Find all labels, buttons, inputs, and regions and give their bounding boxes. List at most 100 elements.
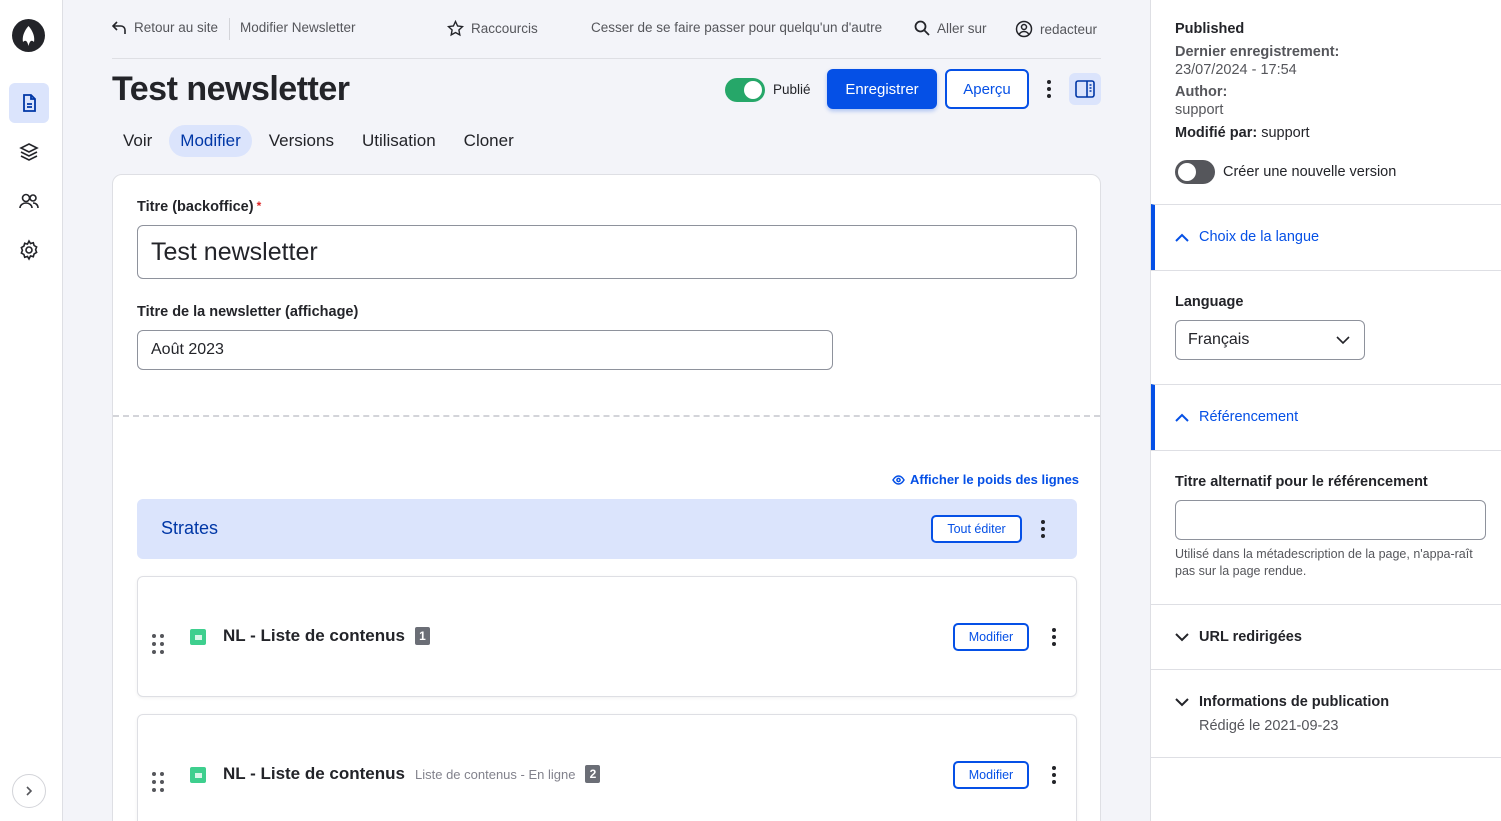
paragraph-title: NL - Liste de contenus 1 xyxy=(223,626,430,646)
seo-section-title: Référencement xyxy=(1175,409,1298,425)
layers-icon xyxy=(19,143,39,161)
display-title-label: Titre de la newsletter (affichage) xyxy=(137,304,359,320)
modified-by-label: Modifié par: xyxy=(1175,125,1258,141)
last-saved-value: 23/07/2024 - 17:54 xyxy=(1175,62,1297,78)
top-bar: Retour au site Modifier Newsletter Racco… xyxy=(112,0,1101,59)
user-name: redacteur xyxy=(1040,21,1098,37)
local-tasks-tabs: Voir Modifier Versions Utilisation Clone… xyxy=(112,125,531,157)
seo-title-input[interactable] xyxy=(1175,500,1486,540)
paragraph-title-text: NL - Liste de contenus xyxy=(223,626,405,645)
tab-utilisation[interactable]: Utilisation xyxy=(351,125,447,157)
paragraph-weight-badge: 1 xyxy=(415,627,430,645)
language-section-title: Choix de la langue xyxy=(1175,229,1319,245)
modified-by: Modifié par: support xyxy=(1175,125,1310,141)
paragraph-actions-button[interactable] xyxy=(1046,764,1062,786)
stop-impersonation-label: Cesser de se faire passer pour quelqu'un… xyxy=(591,20,883,35)
paragraph-item: NL - Liste de contenus Liste de contenus… xyxy=(137,714,1077,821)
file-icon xyxy=(23,94,36,112)
stop-impersonation-link[interactable]: Cesser de se faire passer pour quelqu'un… xyxy=(591,20,882,35)
save-button[interactable]: Enregistrer xyxy=(827,69,937,109)
goto-link[interactable]: Aller sur xyxy=(914,20,987,36)
search-icon xyxy=(914,20,930,36)
toggle-knob xyxy=(1178,163,1196,181)
title-input[interactable]: Test newsletter xyxy=(137,225,1077,279)
eye-icon xyxy=(892,474,905,485)
paragraph-title-text: NL - Liste de contenus xyxy=(223,764,405,783)
author-label: Author: xyxy=(1175,84,1228,100)
back-to-site-link[interactable]: Retour au site xyxy=(112,20,218,35)
meta-sidebar: Published Dernier enregistrement: 23/07/… xyxy=(1150,0,1501,821)
paragraph-weight-badge: 2 xyxy=(585,765,601,783)
new-revision-toggle[interactable] xyxy=(1175,160,1215,184)
toggle-sidebar-button[interactable] xyxy=(1069,73,1101,105)
toolbar-people-button[interactable] xyxy=(9,181,49,221)
paragraph-summary: Liste de contenus - En ligne xyxy=(415,766,576,782)
language-section-header[interactable]: Choix de la langue xyxy=(1151,204,1501,270)
redirects-section-header[interactable]: URL redirigées xyxy=(1151,604,1501,670)
toolbar-expand-button[interactable] xyxy=(12,774,46,808)
language-label: Language xyxy=(1175,294,1244,310)
title-field-label-text: Titre (backoffice) xyxy=(137,199,254,215)
back-to-site-label: Retour au site xyxy=(134,20,219,35)
tab-cloner[interactable]: Cloner xyxy=(453,125,525,157)
display-title-input[interactable]: Août 2023 xyxy=(137,330,833,370)
tab-voir[interactable]: Voir xyxy=(112,125,163,157)
edit-form-card: Titre (backoffice) * Test newsletter Titr… xyxy=(112,174,1101,821)
strates-title: Strates xyxy=(161,518,219,538)
toolbar-content-button[interactable] xyxy=(9,83,49,123)
chevron-right-icon xyxy=(26,786,33,796)
breadcrumb-current: Modifier Newsletter xyxy=(240,20,356,35)
published-label: Publié xyxy=(773,82,811,97)
drag-handle-icon[interactable] xyxy=(152,772,164,792)
seo-section-label: Référencement xyxy=(1199,409,1299,425)
publication-section-header[interactable]: Informations de publication Rédigé le 20… xyxy=(1151,669,1501,758)
paragraph-type-icon xyxy=(190,629,206,645)
toolbar-structure-button[interactable] xyxy=(9,132,49,172)
publication-section-title: Informations de publication xyxy=(1175,694,1389,710)
drupal-logo-icon[interactable] xyxy=(12,19,45,52)
language-select[interactable]: Français xyxy=(1175,320,1365,360)
more-actions-button[interactable] xyxy=(1040,78,1058,100)
show-row-weights-link[interactable]: Afficher le poids des lignes xyxy=(892,472,1079,487)
sidebar-panel-icon xyxy=(1075,80,1095,98)
preview-button[interactable]: Aperçu xyxy=(945,69,1029,109)
redirects-section-title: URL redirigées xyxy=(1175,629,1302,645)
paragraph-actions-button[interactable] xyxy=(1046,626,1062,648)
user-menu[interactable]: redacteur xyxy=(1015,20,1097,38)
status-text: Published xyxy=(1175,21,1245,37)
goto-label: Aller sur xyxy=(937,20,987,36)
modified-by-value: support xyxy=(1261,125,1310,141)
star-icon xyxy=(447,20,464,37)
paragraph-type-icon xyxy=(190,767,206,783)
page-title: Test newsletter xyxy=(112,70,350,108)
redirects-section-label: URL redirigées xyxy=(1199,629,1302,645)
language-section-label: Choix de la langue xyxy=(1199,229,1320,245)
strates-actions-button[interactable] xyxy=(1035,518,1051,540)
paragraph-edit-button[interactable]: Modifier xyxy=(953,623,1029,651)
paragraph-title: NL - Liste de contenus Liste de contenus… xyxy=(223,764,601,784)
shortcuts-link[interactable]: Raccourcis xyxy=(447,20,538,37)
required-marker: * xyxy=(256,199,262,213)
published-toggle[interactable] xyxy=(725,78,765,102)
section-divider xyxy=(1151,450,1501,451)
chevron-down-icon xyxy=(1336,335,1350,344)
seo-section-header[interactable]: Référencement xyxy=(1151,384,1501,450)
publication-section-label: Informations de publication xyxy=(1199,694,1390,710)
seo-title-help: Utilisé dans la métadescription de la pa… xyxy=(1175,547,1473,578)
arrow-back-icon xyxy=(112,20,126,34)
tab-versions[interactable]: Versions xyxy=(258,125,345,157)
tab-modifier[interactable]: Modifier xyxy=(169,125,252,157)
gear-icon xyxy=(20,239,38,261)
users-icon xyxy=(19,193,39,209)
title-field-label: Titre (backoffice) * xyxy=(137,199,261,215)
chevron-down-icon xyxy=(1175,632,1189,641)
toolbar-config-button[interactable] xyxy=(9,230,49,270)
user-circle-icon xyxy=(1015,20,1033,38)
paragraph-edit-button[interactable]: Modifier xyxy=(953,761,1029,789)
seo-title-label: Titre alternatif pour le référencement xyxy=(1175,474,1428,490)
admin-toolbar xyxy=(0,0,63,821)
strates-header: Strates Tout éditer xyxy=(137,499,1077,559)
drag-handle-icon[interactable] xyxy=(152,634,164,654)
edit-all-button[interactable]: Tout éditer xyxy=(931,515,1022,543)
author-value: support xyxy=(1175,102,1224,118)
